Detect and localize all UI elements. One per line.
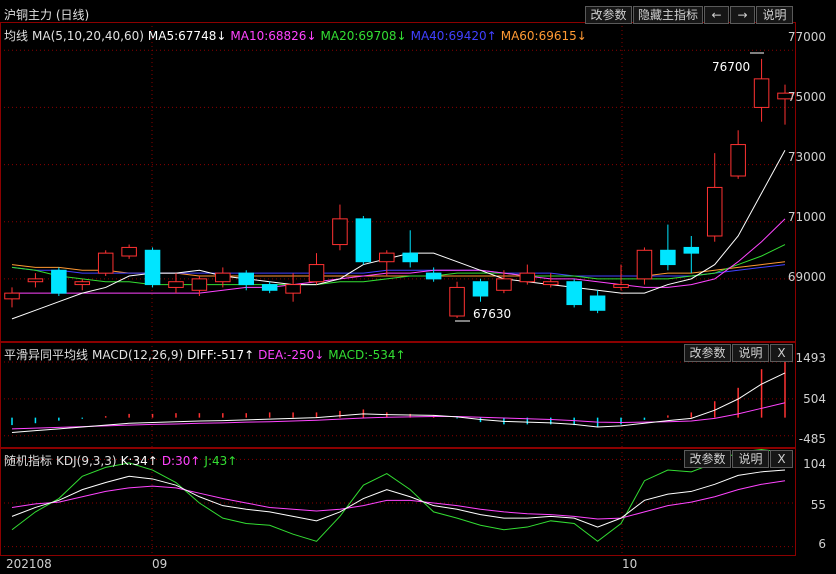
price-label-71000: 71000 [787,210,826,224]
k-line [11,469,786,528]
low-price-annotation: 67630 [473,307,512,321]
candle-body [97,252,114,274]
macd-legend: 平滑异同平均线 MACD(12,26,9) DIFF:-517↑ DEA:-250↓ M… [4,346,410,363]
macd-close-button[interactable]: X [770,344,793,362]
ma-value-2: MA20:69708↓ [320,29,407,43]
ma-value-4: MA60:69615↓ [500,29,587,43]
kdj-panel[interactable]: 随机指标 KDJ(9,3,3) K:34↑ D:30↑ J:43↑ 改参数 说明 X 1… [0,448,836,556]
candle-body [308,264,325,283]
kdj-value-2: J:43↑ [204,454,238,468]
ma-name: 均线 [4,29,29,43]
candle-body [144,249,161,286]
date-label-aug: 202108 [6,557,52,571]
kdj-label-mid: 55 [810,498,826,512]
dea-line [11,402,786,430]
kdj-params-button[interactable]: 改参数 [684,450,731,468]
candle-body [706,186,723,237]
candle-body [121,246,137,257]
candle-body [589,295,606,311]
panel-border [0,22,796,342]
macd-value-1: DEA:-250↓ [258,348,325,362]
price-label-73000: 73000 [787,150,826,164]
kdj-legend: 随机指标 KDJ(9,3,3) K:34↑ D:30↑ J:43↑ [4,452,241,469]
main-help-button[interactable]: 说明 [756,6,793,24]
price-label-77000: 77000 [787,30,826,44]
candle-body [472,281,489,297]
candle-body [449,286,465,317]
candle-body [74,281,91,286]
candle-body [496,278,512,291]
candle-body [215,272,231,283]
candle-body [753,78,770,108]
d-line [11,480,786,520]
candle-body [660,249,676,266]
macd-name: 平滑异同平均线 [4,348,89,362]
candle-body [519,272,536,283]
candle-body [285,284,301,294]
date-label-sep: 09 [152,557,168,571]
kdj-help-button[interactable]: 说明 [732,450,769,468]
candle-body [191,278,208,291]
macd-value-2: MACD:-534↑ [328,348,406,362]
main-params-button[interactable]: 改参数 [585,6,632,24]
chart-title: 沪铜主力 (日线) [4,8,90,22]
ma-params: MA(5,10,20,40,60) [32,29,144,43]
candle-body [379,252,395,263]
macd-help-button[interactable]: 说明 [732,344,769,362]
candle-body [636,249,653,280]
candle-body [683,246,700,254]
right-arrow-button[interactable]: → [730,6,755,24]
candle-body [51,269,67,294]
macd-params-button[interactable]: 改参数 [684,344,731,362]
candle-body [261,284,278,291]
candle-body [332,218,348,246]
ma-value-0: MA5:67748↓ [147,29,227,43]
ma40-line [11,264,786,277]
candle-body [402,252,418,263]
candlestick-chart[interactable] [0,0,836,342]
kdj-value-1: D:30↑ [161,454,201,468]
price-label-69000: 69000 [787,270,826,284]
kdj-name: 随机指标 [4,454,53,468]
candle-body [425,272,442,280]
diff-line [11,372,786,434]
kdj-label-bottom: 6 [818,537,826,551]
main-chart-panel[interactable]: 沪铜主力 (日线) 均线 MA(5,10,20,40,60) MA5:67748↓ M… [0,0,836,342]
kdj-value-0: K:34↑ [120,454,158,468]
ma-value-3: MA40:69420↑ [410,29,497,43]
price-label-75000: 75000 [787,90,826,104]
macd-label-top: 1493 [795,351,826,365]
left-arrow-button[interactable]: ← [704,6,729,24]
date-axis: 202108 09 10 [0,556,836,574]
kdj-params: KDJ(9,3,3) [56,454,117,468]
macd-label-bottom: -485 [798,432,826,446]
candle-body [355,218,372,263]
kdj-close-button[interactable]: X [770,450,793,468]
candle-body [542,281,559,286]
macd-value-0: DIFF:-517↑ [187,348,255,362]
candle-body [566,281,582,306]
date-label-oct: 10 [622,557,638,571]
macd-panel[interactable]: 平滑异同平均线 MACD(12,26,9) DIFF:-517↑ DEA:-250↓ M… [0,342,836,448]
candle-body [238,272,255,286]
hide-main-indicator-button[interactable]: 隐藏主指标 [633,6,703,24]
high-price-annotation: 76700 [712,60,751,74]
candle-body [730,144,746,177]
macd-label-mid: 504 [803,392,826,406]
candle-body [4,292,20,300]
candle-body [168,281,184,288]
kdj-label-top: 104 [803,457,826,471]
ma-value-1: MA10:68826↓ [230,29,317,43]
candle-body [613,284,629,288]
ma-legend: 均线 MA(5,10,20,40,60) MA5:67748↓ MA10:68826↓… [4,27,591,44]
macd-params: MACD(12,26,9) [92,348,184,362]
candle-body [27,278,44,283]
